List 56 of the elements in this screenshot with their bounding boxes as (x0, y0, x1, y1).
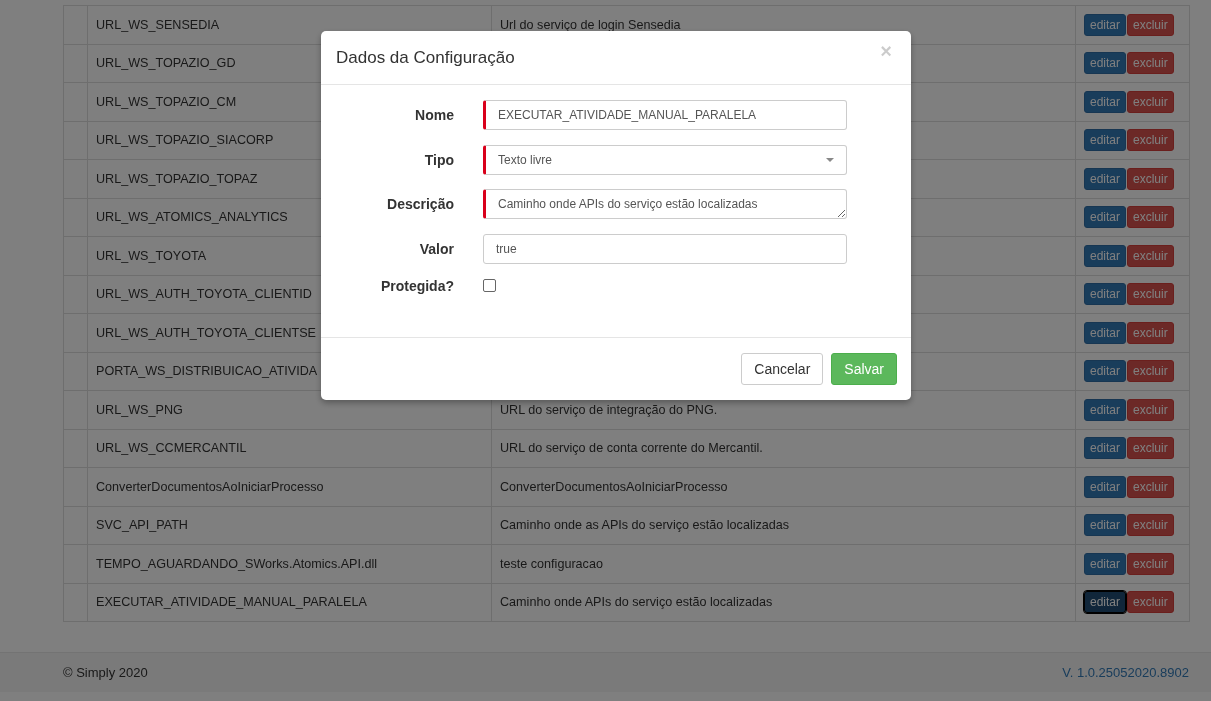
delete-button[interactable]: excluir (1127, 52, 1174, 75)
edit-button[interactable]: editar (1084, 52, 1127, 75)
delete-button[interactable]: excluir (1127, 514, 1174, 537)
delete-button[interactable]: excluir (1127, 475, 1174, 498)
edit-button[interactable]: editar (1084, 475, 1127, 498)
protected-checkbox[interactable] (483, 279, 496, 292)
field-label: Nome (414, 107, 454, 123)
config-description-cell: teste configuracao (491, 544, 1076, 583)
config-name-cell: TEMPO_AGUARDANDO_SWorks.Atomics.API.dll (87, 544, 492, 583)
text-field[interactable]: EXECUTAR_ATIVIDADE_MANUAL_PARALELA (483, 100, 847, 130)
edit-button[interactable]: editar (1084, 283, 1127, 306)
delete-button[interactable]: excluir (1127, 360, 1174, 383)
delete-button[interactable]: excluir (1127, 129, 1174, 152)
copyright-text: © Simply 2020 (63, 665, 148, 680)
delete-button[interactable]: excluir (1127, 398, 1174, 421)
edit-button[interactable]: editar (1084, 437, 1127, 460)
edit-button[interactable]: editar (1084, 591, 1127, 614)
edit-button[interactable]: editar (1084, 90, 1127, 113)
config-description-cell: Caminho onde as APIs do serviço estão localizadas (491, 506, 1076, 545)
edit-button[interactable]: editar (1084, 552, 1127, 575)
type-dropdown[interactable]: Texto livre (483, 144, 847, 175)
edit-button[interactable]: editar (1084, 206, 1127, 229)
caret-icon (826, 157, 834, 162)
delete-button[interactable]: excluir (1127, 167, 1174, 190)
field-label: Valor (418, 240, 454, 257)
edit-button[interactable]: editar (1084, 360, 1127, 383)
field-label: Protegida? (379, 278, 454, 294)
edit-button[interactable]: editar (1084, 244, 1127, 267)
delete-button[interactable]: excluir (1127, 437, 1174, 460)
edit-button[interactable]: editar (1084, 321, 1127, 344)
edit-button[interactable]: editar (1084, 398, 1127, 421)
delete-button[interactable]: excluir (1127, 591, 1174, 614)
save-button[interactable]: Salvar (831, 353, 897, 385)
delete-button[interactable]: excluir (1127, 90, 1174, 113)
field-label: Descrição (386, 196, 454, 212)
delete-button[interactable]: excluir (1127, 13, 1174, 36)
delete-button[interactable]: excluir (1127, 321, 1174, 344)
edit-button[interactable]: editar (1084, 129, 1127, 152)
version-text: V. 1.0.25052020.8902 (1062, 665, 1189, 680)
delete-button[interactable]: excluir (1127, 283, 1174, 306)
config-name-cell: URL_WS_CCMERCANTIL (87, 429, 492, 468)
text-field[interactable]: true (483, 233, 847, 264)
edit-button[interactable]: editar (1084, 167, 1127, 190)
delete-button[interactable]: excluir (1127, 206, 1174, 229)
description-field[interactable]: Caminho onde APIs do serviço estão localizadas (483, 189, 847, 219)
config-name-cell: SVC_API_PATH (87, 506, 492, 545)
config-name-cell: ConverterDocumentosAoIniciarProcesso (87, 467, 492, 506)
config-description-cell: URL do serviço de conta corrente do Mercantil. (491, 429, 1076, 468)
config-description-cell: Caminho onde APIs do serviço estão localizadas (491, 583, 1076, 622)
edit-button[interactable]: editar (1084, 514, 1127, 537)
delete-button[interactable]: excluir (1127, 244, 1174, 267)
cancel-button[interactable]: Cancelar (741, 353, 824, 385)
config-name-cell: EXECUTAR_ATIVIDADE_MANUAL_PARALELA (87, 583, 492, 622)
delete-button[interactable]: excluir (1127, 552, 1174, 575)
config-description-cell: ConverterDocumentosAoIniciarProcesso (491, 467, 1076, 506)
edit-button[interactable]: editar (1084, 13, 1127, 36)
